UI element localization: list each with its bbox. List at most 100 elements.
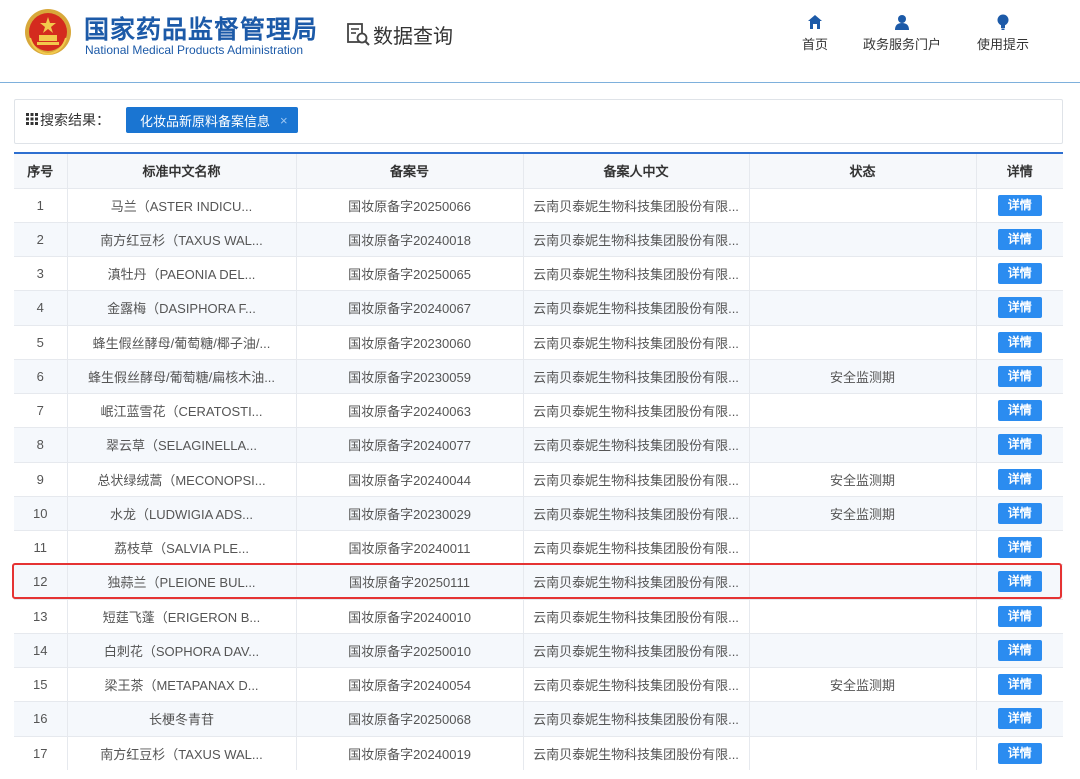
cell-detail: 详情 <box>976 531 1063 565</box>
detail-button[interactable]: 详情 <box>997 468 1042 490</box>
cell-filer: 云南贝泰妮生物科技集团股份有限... <box>523 256 750 291</box>
cell-no: 4 <box>14 290 68 325</box>
detail-button[interactable]: 详情 <box>997 331 1042 353</box>
column-header-name: 标准中文名称 <box>67 153 297 188</box>
cell-no: 16 <box>14 701 68 736</box>
detail-button[interactable]: 详情 <box>997 708 1042 730</box>
detail-button[interactable]: 详情 <box>997 674 1042 696</box>
cell-record-no: 国妆原备字20230029 <box>296 496 524 531</box>
column-header-status: 状态 <box>749 153 977 188</box>
detail-button[interactable]: 详情 <box>997 537 1042 559</box>
cell-record-no: 国妆原备字20240063 <box>296 393 524 428</box>
cell-name: 蜂生假丝酵母/葡萄糖/扁核木油... <box>67 359 297 394</box>
cell-filer: 云南贝泰妮生物科技集团股份有限... <box>523 427 750 462</box>
cell-status: 安全监测期 <box>749 359 977 394</box>
lightbulb-icon <box>997 14 1009 30</box>
cell-detail: 详情 <box>976 291 1063 325</box>
cell-filer: 云南贝泰妮生物科技集团股份有限... <box>523 496 750 531</box>
detail-button[interactable]: 详情 <box>997 571 1042 593</box>
cell-filer: 云南贝泰妮生物科技集团股份有限... <box>523 736 750 771</box>
detail-button[interactable]: 详情 <box>997 605 1042 627</box>
cell-name: 滇牡丹（PAEONIA DEL... <box>67 256 297 291</box>
cell-detail: 详情 <box>976 702 1063 736</box>
cell-status <box>749 564 977 599</box>
table-body: 1 马兰（ASTER INDICU... 国妆原备字20250066 云南贝泰妮生物科… <box>14 188 1063 771</box>
cell-no: 8 <box>14 427 68 462</box>
detail-button[interactable]: 详情 <box>997 365 1042 387</box>
column-header-no: 序号 <box>14 153 68 188</box>
detail-button[interactable]: 详情 <box>997 400 1042 422</box>
cell-filer: 云南贝泰妮生物科技集团股份有限... <box>523 359 750 394</box>
cell-name: 荔枝草（SALVIA PLE... <box>67 530 297 565</box>
detail-button[interactable]: 详情 <box>997 434 1042 456</box>
cell-name: 金露梅（DASIPHORA F... <box>67 290 297 325</box>
cell-status <box>749 633 977 668</box>
cell-record-no: 国妆原备字20240011 <box>296 530 524 565</box>
table-row: 3 滇牡丹（PAEONIA DEL... 国妆原备字20250065 云南贝泰妮生物科… <box>14 256 1063 291</box>
table-row: 6 蜂生假丝酵母/葡萄糖/扁核木油... 国妆原备字20230059 云南贝泰妮生物科… <box>14 359 1063 394</box>
nav-usage-tips[interactable]: 使用提示 <box>972 14 1034 53</box>
table-row: 1 马兰（ASTER INDICU... 国妆原备字20250066 云南贝泰妮生物科… <box>14 188 1063 223</box>
cell-detail: 详情 <box>976 428 1063 462</box>
cell-status <box>749 393 977 428</box>
cell-record-no: 国妆原备字20250066 <box>296 188 524 223</box>
cell-filer: 云南贝泰妮生物科技集团股份有限... <box>523 393 750 428</box>
nav-home[interactable]: 首页 <box>798 14 832 53</box>
table-row: 4 金露梅（DASIPHORA F... 国妆原备字20240067 云南贝泰妮生物科… <box>14 290 1063 325</box>
detail-button[interactable]: 详情 <box>997 297 1042 319</box>
cell-name: 短莛飞蓬（ERIGERON B... <box>67 599 297 634</box>
detail-button[interactable]: 详情 <box>997 639 1042 661</box>
table-row: 17 南方红豆杉（TAXUS WAL... 国妆原备字20240019 云南贝泰妮生物… <box>14 736 1063 771</box>
cell-no: 7 <box>14 393 68 428</box>
detail-button[interactable]: 详情 <box>997 742 1042 764</box>
detail-button[interactable]: 详情 <box>997 228 1042 250</box>
cell-record-no: 国妆原备字20240010 <box>296 599 524 634</box>
detail-button[interactable]: 详情 <box>997 263 1042 285</box>
cell-filer: 云南贝泰妮生物科技集团股份有限... <box>523 633 750 668</box>
cell-name: 梁王茶（METAPANAX D... <box>67 667 297 702</box>
cell-filer: 云南贝泰妮生物科技集团股份有限... <box>523 325 750 360</box>
site-title-cn: 国家药品监督管理局 <box>84 16 319 44</box>
cell-no: 17 <box>14 736 68 771</box>
search-result-label: 搜索结果： <box>40 112 110 128</box>
close-icon[interactable]: × <box>280 113 288 128</box>
nav-service-portal[interactable]: 政务服务门户 <box>858 14 946 53</box>
cell-record-no: 国妆原备字20250065 <box>296 256 524 291</box>
cell-filer: 云南贝泰妮生物科技集团股份有限... <box>523 667 750 702</box>
detail-button[interactable]: 详情 <box>997 502 1042 524</box>
cell-no: 14 <box>14 633 68 668</box>
grid-icon <box>26 113 38 125</box>
column-header-record-no: 备案号 <box>296 153 524 188</box>
table-row: 13 短莛飞蓬（ERIGERON B... 国妆原备字20240010 云南贝泰妮生物… <box>14 599 1063 634</box>
cell-status <box>749 427 977 462</box>
data-query-heading: 数据查询 <box>345 20 453 48</box>
cell-status <box>749 188 977 223</box>
results-table: 序号 标准中文名称 备案号 备案人中文 状态 详情 1 马兰（ASTER INDI… <box>14 152 1063 771</box>
cell-detail: 详情 <box>976 394 1063 428</box>
cell-no: 9 <box>14 462 68 497</box>
cell-no: 13 <box>14 599 68 634</box>
cell-no: 15 <box>14 667 68 702</box>
table-row: 10 水龙（LUDWIGIA ADS... 国妆原备字20230029 云南贝泰妮生物… <box>14 496 1063 531</box>
cell-filer: 云南贝泰妮生物科技集团股份有限... <box>523 564 750 599</box>
cell-filer: 云南贝泰妮生物科技集团股份有限... <box>523 701 750 736</box>
cell-no: 1 <box>14 188 68 223</box>
cell-detail: 详情 <box>976 633 1063 667</box>
site-title-en: National Medical Products Administration <box>85 43 304 57</box>
filter-tag-cosmetic-new-material[interactable]: 化妆品新原料备案信息 × <box>126 107 298 133</box>
cell-record-no: 国妆原备字20240054 <box>296 667 524 702</box>
column-header-filer: 备案人中文 <box>523 153 750 188</box>
cell-name: 南方红豆杉（TAXUS WAL... <box>67 736 297 771</box>
cell-no: 2 <box>14 222 68 257</box>
column-header-detail: 详情 <box>1006 164 1033 180</box>
detail-button[interactable]: 详情 <box>997 194 1042 216</box>
home-icon <box>808 15 822 29</box>
cell-status <box>749 222 977 257</box>
cell-record-no: 国妆原备字20250010 <box>296 633 524 668</box>
cell-name: 白刺花（SOPHORA DAV... <box>67 633 297 668</box>
cell-name: 独蒜兰（PLEIONE BUL... <box>67 564 297 599</box>
cell-detail: 详情 <box>976 462 1063 496</box>
table-header-row: 序号 标准中文名称 备案号 备案人中文 状态 详情 <box>14 153 1063 188</box>
cell-detail: 详情 <box>976 257 1063 291</box>
cell-status <box>749 530 977 565</box>
